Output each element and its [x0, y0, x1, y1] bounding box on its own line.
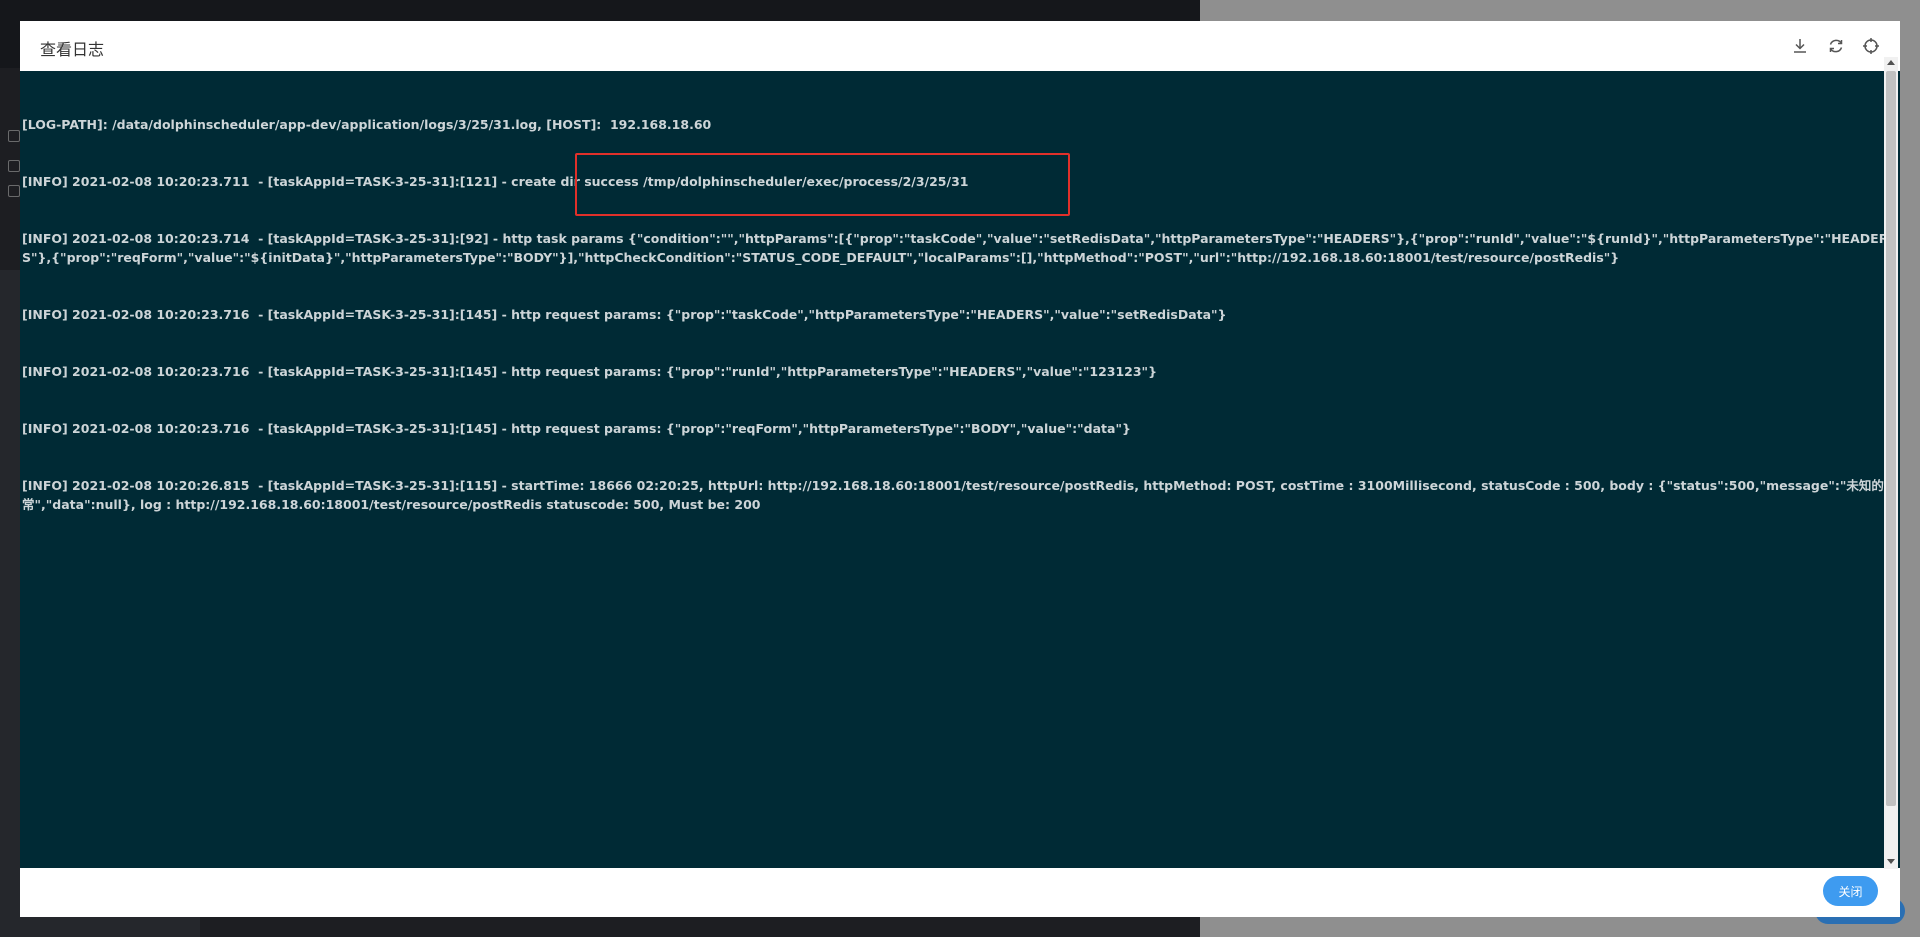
scroll-thumb[interactable]: [1886, 71, 1896, 806]
log-viewer[interactable]: [LOG-PATH]: /data/dolphinscheduler/app-d…: [20, 71, 1900, 868]
background-settings-icon: [8, 185, 20, 197]
highlight-annotation-box: [575, 153, 1070, 216]
log-line: [INFO] 2021-02-08 10:20:23.716 - [taskAp…: [22, 364, 1157, 379]
background-home-icon: [8, 130, 20, 142]
log-modal: 查看日志 [LOG-PATH]: /data/dolphinscheduler/…: [20, 21, 1900, 917]
background-tree-icon: [8, 160, 20, 172]
log-line: [INFO] 2021-02-08 10:20:26.815 - [taskAp…: [22, 478, 1897, 512]
refresh-icon[interactable]: [1823, 33, 1849, 59]
scroll-down-icon[interactable]: [1887, 859, 1895, 864]
log-line: [INFO] 2021-02-08 10:20:23.716 - [taskAp…: [22, 307, 1227, 322]
log-line: [INFO] 2021-02-08 10:20:23.714 - [taskAp…: [22, 231, 1889, 265]
log-scrollbar[interactable]: [1884, 57, 1898, 869]
log-line: [INFO] 2021-02-08 10:20:23.716 - [taskAp…: [22, 421, 1131, 436]
modal-title: 查看日志: [40, 40, 105, 59]
scroll-up-icon[interactable]: [1887, 60, 1895, 65]
modal-header: 查看日志: [20, 21, 1900, 71]
download-icon[interactable]: [1787, 33, 1813, 59]
log-line: [LOG-PATH]: /data/dolphinscheduler/app-d…: [22, 117, 712, 132]
log-content: [LOG-PATH]: /data/dolphinscheduler/app-d…: [22, 77, 1898, 552]
fullscreen-icon[interactable]: [1858, 33, 1884, 59]
close-button[interactable]: 关闭: [1823, 876, 1878, 906]
